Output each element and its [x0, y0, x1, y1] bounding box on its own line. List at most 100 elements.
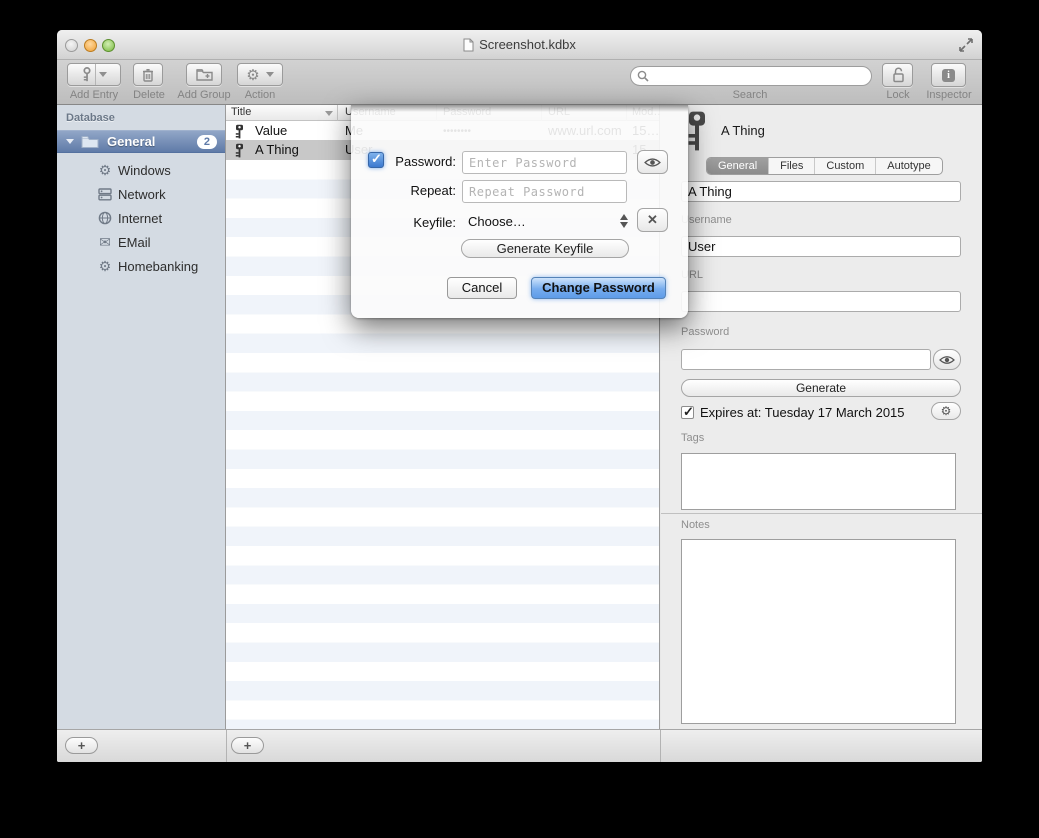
generate-keyfile-button[interactable]: Generate Keyfile — [461, 239, 629, 258]
folder-icon — [81, 135, 99, 148]
tags-field[interactable] — [681, 453, 956, 510]
inspector-entry-title: A Thing — [721, 123, 765, 138]
reveal-password-button[interactable] — [933, 349, 961, 370]
popup-stepper-icon[interactable] — [620, 213, 629, 229]
trash-icon — [142, 68, 154, 82]
sheet-password-label: Password: — [371, 154, 456, 169]
generate-password-button[interactable]: Generate — [681, 379, 961, 397]
tags-label: Tags — [681, 432, 704, 444]
sidebar-item-network[interactable]: Network — [57, 182, 225, 206]
sidebar-item-email[interactable]: EMail — [57, 230, 225, 254]
lock-open-icon — [891, 67, 905, 83]
inspector-button[interactable]: i — [931, 63, 966, 87]
document-icon — [463, 38, 474, 52]
sidebar-item-label: Homebanking — [118, 259, 198, 274]
lock-label: Lock — [877, 89, 919, 101]
username-label: Username — [681, 214, 732, 226]
add-entry-plus-button[interactable]: + — [231, 737, 264, 754]
chevron-down-icon — [266, 72, 274, 77]
sidebar-item-label: EMail — [118, 235, 151, 250]
toolbar: Add Entry Delete Add Group Action Search… — [57, 60, 982, 105]
app-window: Screenshot.kdbx Add Entry Delete Add Gro… — [57, 30, 982, 762]
expiry-presets-button[interactable] — [931, 402, 961, 420]
cancel-button[interactable]: Cancel — [447, 277, 517, 299]
sidebar-item-label: Network — [118, 187, 166, 202]
clear-keyfile-button[interactable]: ✕ — [637, 208, 668, 232]
sheet-password-input[interactable] — [462, 151, 627, 174]
gear-icon — [97, 162, 113, 179]
password-field[interactable] — [681, 349, 931, 370]
section-divider — [661, 513, 982, 514]
sheet-repeat-input[interactable] — [462, 180, 627, 203]
key-icon — [82, 67, 92, 82]
sidebar-item-windows[interactable]: Windows — [57, 158, 225, 182]
lock-button[interactable] — [882, 63, 913, 87]
add-group-label: Add Group — [170, 89, 238, 101]
globe-icon — [97, 211, 113, 226]
url-field[interactable] — [681, 291, 961, 312]
add-entry-label: Add Entry — [61, 89, 127, 101]
sidebar: Database General 2 Windows Network Inter… — [57, 105, 226, 729]
cell-title: A Thing — [255, 142, 299, 157]
search-icon — [637, 70, 649, 82]
tab-general[interactable]: General — [707, 158, 768, 174]
inspector-label: Inspector — [918, 89, 980, 101]
server-icon — [97, 187, 113, 202]
sidebar-group-label: General — [107, 134, 197, 149]
key-icon — [234, 124, 245, 139]
envelope-icon — [97, 234, 113, 251]
tab-custom[interactable]: Custom — [815, 158, 875, 174]
change-password-button[interactable]: Change Password — [531, 277, 666, 299]
add-entry-button[interactable] — [67, 63, 121, 86]
sidebar-group-general[interactable]: General 2 — [57, 130, 225, 153]
action-button[interactable] — [237, 63, 283, 86]
notes-field[interactable] — [681, 539, 956, 724]
gear-icon — [246, 66, 259, 84]
keyfile-popup[interactable]: Choose… — [468, 214, 526, 229]
sidebar-item-homebanking[interactable]: Homebanking — [57, 254, 225, 278]
delete-label: Delete — [127, 89, 171, 101]
group-count-badge: 2 — [197, 135, 217, 149]
bottom-bar-divider — [226, 730, 227, 762]
sort-indicator-icon — [325, 111, 333, 116]
tab-files[interactable]: Files — [769, 158, 814, 174]
sheet-repeat-label: Repeat: — [371, 183, 456, 198]
title-field[interactable] — [681, 181, 961, 202]
expires-checkbox[interactable] — [681, 406, 694, 419]
split-divider — [95, 64, 96, 85]
expires-row: Expires at: Tuesday 17 March 2015 — [681, 403, 905, 421]
titlebar[interactable]: Screenshot.kdbx — [57, 30, 982, 60]
add-group-plus-button[interactable]: + — [65, 737, 98, 754]
key-icon — [234, 143, 245, 158]
username-field[interactable] — [681, 236, 961, 257]
sheet-keyfile-label: Keyfile: — [371, 215, 456, 230]
gear-icon — [97, 258, 113, 275]
notes-label: Notes — [681, 519, 710, 531]
inspector-tabs: General Files Custom Autotype — [706, 157, 943, 175]
eye-icon — [644, 157, 661, 168]
window-title: Screenshot.kdbx — [57, 37, 982, 52]
column-divider[interactable] — [337, 105, 338, 121]
password-label: Password — [681, 326, 729, 338]
disclosure-triangle-icon[interactable] — [66, 139, 74, 144]
expires-label: Expires at: Tuesday 17 March 2015 — [700, 405, 905, 420]
column-header-title[interactable]: Title — [231, 106, 251, 118]
bottom-bar: + + — [57, 729, 982, 762]
tab-autotype[interactable]: Autotype — [876, 158, 941, 174]
sidebar-header: Database — [66, 112, 115, 124]
info-icon: i — [942, 69, 955, 82]
close-icon: ✕ — [647, 212, 658, 228]
sheet-reveal-password-button[interactable] — [637, 150, 668, 174]
cell-title: Value — [255, 123, 287, 138]
inspector-panel: A Thing General Files Custom Autotype Us… — [661, 105, 982, 729]
search-input[interactable] — [649, 68, 871, 84]
sidebar-item-label: Windows — [118, 163, 171, 178]
delete-button[interactable] — [133, 63, 163, 86]
search-field[interactable] — [630, 66, 872, 86]
key-icon — [685, 110, 709, 152]
chevron-down-icon — [99, 72, 107, 77]
sidebar-item-internet[interactable]: Internet — [57, 206, 225, 230]
add-group-button[interactable] — [186, 63, 222, 86]
folder-plus-icon — [196, 68, 213, 81]
fullscreen-icon[interactable] — [957, 36, 975, 54]
